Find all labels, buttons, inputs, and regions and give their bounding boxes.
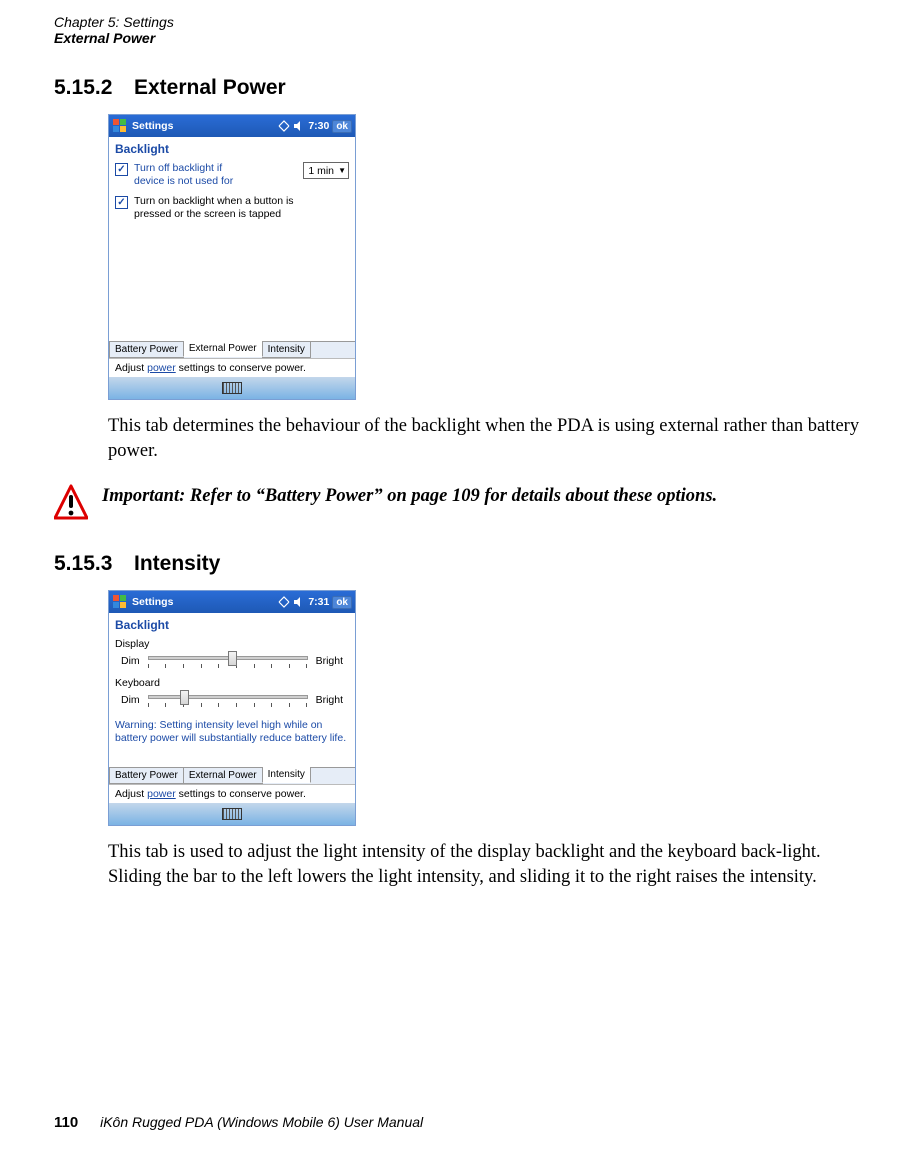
body-paragraph-1: This tab determines the behaviour of the… [108,414,862,464]
checkbox-turnon[interactable]: ✓ [115,196,128,209]
hint-pre: Adjust [115,788,147,800]
window-titlebar: Settings 7:31 ok [109,591,355,613]
bottom-bar [109,803,355,825]
heading-text: External Power [134,76,286,99]
heading-external-power: 5.15.2External Power [54,76,862,100]
panel-heading: Backlight [115,618,349,632]
volume-icon [293,596,305,608]
connectivity-icon [278,120,290,132]
hint-bar: Adjust power settings to conserve power. [109,784,355,803]
checkbox-turnoff-label: Turn off backlight if device is not used… [134,162,244,187]
heading-number: 5.15.2 [54,76,134,100]
note-label: Important: [102,486,190,506]
volume-icon [293,120,305,132]
dim-label: Dim [121,694,140,706]
tab-battery-power[interactable]: Battery Power [109,342,184,358]
tab-battery-power[interactable]: Battery Power [109,768,184,784]
clock-time: 7:30 [308,120,329,132]
bright-label: Bright [316,694,343,706]
ok-button[interactable]: ok [332,596,352,609]
ok-button[interactable]: ok [332,120,352,133]
keyboard-slider[interactable] [148,691,308,709]
hint-bar: Adjust power settings to conserve power. [109,358,355,377]
heading-number: 5.15.3 [54,552,134,576]
screenshot-external-power: Settings 7:30 ok Backlight ✓ Turn off ba… [108,114,356,400]
tab-bar: Battery Power External Power Intensity [109,341,355,358]
hint-pre: Adjust [115,362,147,374]
keyboard-slider-label: Keyboard [115,677,349,689]
bright-label: Bright [316,655,343,667]
page-number: 110 [54,1114,78,1131]
heading-text: Intensity [134,552,220,575]
tab-intensity[interactable]: Intensity [262,342,311,358]
hint-post: settings to conserve power. [176,362,306,374]
tab-external-power[interactable]: External Power [183,341,263,357]
bottom-bar [109,377,355,399]
window-titlebar: Settings 7:30 ok [109,115,355,137]
dim-label: Dim [121,655,140,667]
hint-post: settings to conserve power. [176,788,306,800]
display-slider-label: Display [115,638,349,650]
hint-power-link[interactable]: power [147,362,176,374]
running-header-section: External Power [54,30,862,46]
windows-flag-icon [112,118,128,134]
heading-intensity: 5.15.3Intensity [54,552,862,576]
display-slider[interactable] [148,652,308,670]
window-title: Settings [132,120,278,132]
connectivity-icon [278,596,290,608]
book-title: iKôn Rugged PDA (Windows Mobile 6) User … [100,1114,423,1130]
tab-bar: Battery Power External Power Intensity [109,767,355,784]
tab-external-power[interactable]: External Power [183,768,263,784]
windows-flag-icon [112,594,128,610]
panel-heading: Backlight [115,142,349,156]
checkbox-turnoff[interactable]: ✓ [115,163,128,176]
hint-power-link[interactable]: power [147,788,176,800]
keyboard-icon[interactable] [222,382,242,394]
checkbox-turnon-label: Turn on backlight when a button is press… [134,195,324,220]
body-paragraph-2: This tab is used to adjust the light int… [108,840,862,890]
window-title: Settings [132,596,278,608]
warning-icon [54,484,88,522]
timeout-dropdown[interactable]: 1 min [303,162,349,179]
clock-time: 7:31 [308,596,329,608]
important-note: Important: Refer to “Battery Power” on p… [54,484,862,522]
keyboard-icon[interactable] [222,808,242,820]
tab-intensity[interactable]: Intensity [262,767,311,783]
intensity-warning-text: Warning: Setting intensity level high wh… [115,719,349,745]
note-body: Refer to “Battery Power” on page 109 for… [190,486,717,506]
screenshot-intensity: Settings 7:31 ok Backlight Display Dim B… [108,590,356,825]
page-footer: 110 iKôn Rugged PDA (Windows Mobile 6) U… [54,1114,423,1131]
running-header-chapter: Chapter 5: Settings [54,14,862,30]
